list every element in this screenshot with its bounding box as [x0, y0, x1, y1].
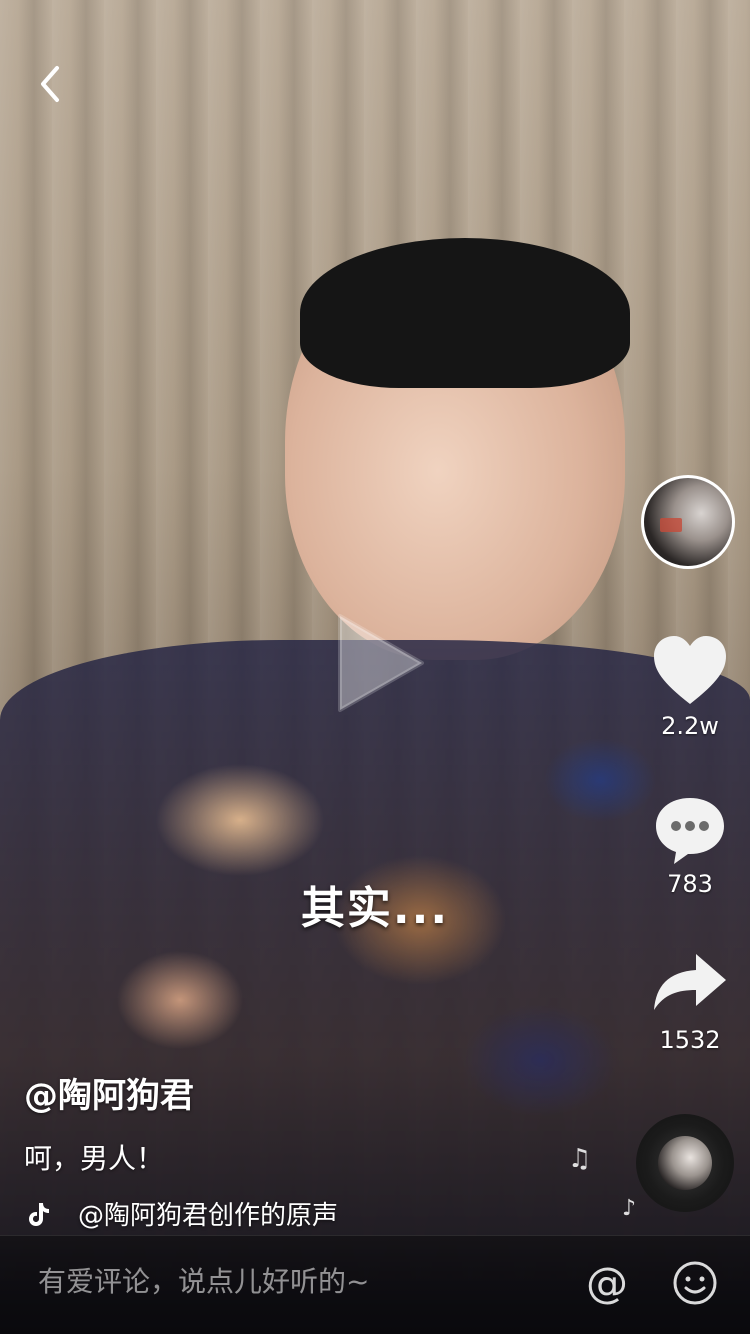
video-subtitle: 其实...: [300, 883, 450, 934]
emoji-icon[interactable]: [670, 1258, 720, 1308]
like-count: 2.2w: [661, 712, 719, 740]
music-disc[interactable]: [636, 1114, 734, 1212]
music-info[interactable]: @陶阿狗君创作的原声: [24, 1195, 584, 1232]
tiktok-icon: [29, 1202, 49, 1226]
back-button[interactable]: [30, 64, 70, 104]
music-title: @陶阿狗君创作的原声: [78, 1201, 339, 1231]
author-avatar[interactable]: [641, 475, 735, 569]
comment-bar: @: [0, 1235, 750, 1334]
comment-button[interactable]: 783: [640, 790, 740, 898]
comment-icon: [656, 798, 724, 864]
share-icon: [654, 954, 726, 1010]
comment-count: 783: [667, 870, 713, 898]
play-icon[interactable]: [322, 608, 432, 718]
music-note-icon: ♪: [622, 1196, 637, 1221]
share-button[interactable]: 1532: [640, 946, 740, 1054]
author-name[interactable]: @陶阿狗君: [24, 1068, 584, 1117]
video-subject-hair: [300, 238, 630, 388]
chevron-left-icon: [41, 66, 59, 102]
mention-button[interactable]: @: [582, 1258, 632, 1308]
share-count: 1532: [659, 1026, 721, 1054]
video-description: 呵，男人！: [24, 1142, 165, 1175]
music-cover: [658, 1136, 712, 1190]
comment-input[interactable]: [36, 1264, 560, 1299]
like-button[interactable]: 2.2w: [640, 632, 740, 740]
video-info: @陶阿狗君 呵，男人！ @陶阿狗君创作的原声: [24, 1068, 584, 1232]
heart-icon: [654, 636, 726, 704]
